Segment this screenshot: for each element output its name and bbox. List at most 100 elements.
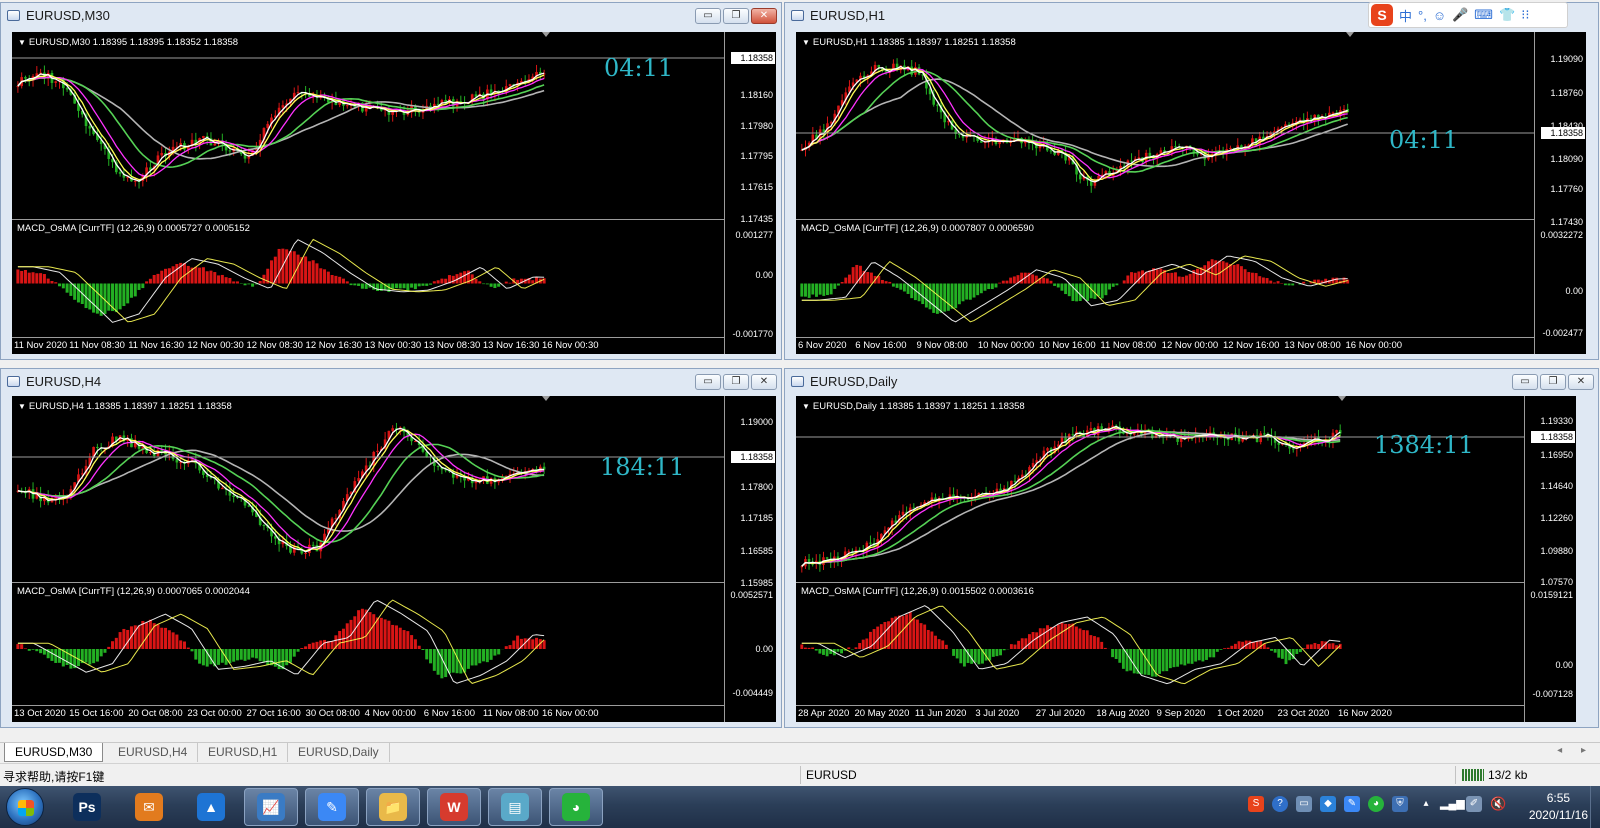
macd-histogram-bar (288, 649, 292, 663)
moving-average-line (17, 76, 545, 160)
macd-histogram-bar (315, 641, 319, 649)
macd-histogram-bar (228, 277, 232, 284)
minimize-button[interactable]: ▭ (695, 374, 721, 390)
ime-toolbar[interactable]: S 中 °, ☺ 🎤 ⌨ 👕 ⁝⁝ (1368, 2, 1568, 28)
taskbar-photoshop-button[interactable]: Ps (60, 788, 114, 826)
chart-menu-triangle-icon[interactable]: ▼ (18, 38, 26, 47)
minimize-button[interactable]: ▭ (1512, 374, 1538, 390)
chart-window-h1[interactable]: EURUSD,H1 1.19090 1.18760 1.18430 1.18090 1.… (784, 2, 1599, 360)
taskbar-feishu-button[interactable]: ✎ (305, 788, 359, 826)
time-axis-label: 3 Jul 2020 (975, 708, 1020, 719)
macd-histogram-bar (194, 649, 198, 660)
chart-area[interactable]: 1.19330 1.16950 1.14640 1.12260 1.09880 1.075… (796, 396, 1576, 722)
candle (50, 70, 54, 90)
clock[interactable]: 6:55 2020/11/16 (1529, 790, 1588, 824)
network-drive-tray-icon[interactable]: ◆ (1320, 796, 1336, 812)
ohlc-info: ▼ EURUSD,H1 1.18385 1.18397 1.18251 1.183… (802, 37, 1016, 48)
window-titlebar[interactable]: EURUSD,H4 (1, 369, 781, 393)
macd-histogram-bar (95, 649, 99, 662)
ime-punctuation-toggle[interactable]: °, (1418, 8, 1427, 23)
macd-histogram-bar (1199, 267, 1203, 284)
macd-histogram-bar (1250, 272, 1254, 284)
taskbar-wechat-button[interactable]: ◕ (549, 788, 603, 826)
chart-shift-marker[interactable] (542, 396, 550, 401)
chart-area[interactable]: 1.19000 1.17800 1.17185 1.16585 1.15985 0.005… (12, 396, 776, 722)
price-axis[interactable]: 1.19000 1.17800 1.17185 1.16585 1.15985 0.005… (724, 396, 776, 722)
chart-shift-marker[interactable] (1345, 32, 1354, 37)
security-tray-icon[interactable]: ⛨ (1392, 796, 1408, 812)
close-button[interactable]: ✕ (1568, 374, 1594, 390)
tab-eurusd-m30[interactable]: EURUSD,M30 (4, 743, 104, 762)
macd-histogram-bar (811, 647, 815, 649)
macd-histogram-bar (800, 644, 804, 649)
taskbar-lanhu-button[interactable]: ▲ (184, 788, 238, 826)
wechat-tray-icon[interactable]: ◕ (1368, 796, 1384, 812)
tab-eurusd-h1[interactable]: EURUSD,H1 (198, 743, 289, 762)
chart-shift-marker[interactable] (1338, 396, 1346, 401)
taskbar-foxmail-button[interactable]: ✉ (122, 788, 176, 826)
price-tick-label: 1.17795 (740, 151, 773, 161)
chart-window-m30[interactable]: EURUSD,M30 ▭ ❐ ✕ 1.18160 1.17980 1.17795 1.… (0, 2, 782, 360)
skin-icon[interactable]: 👕 (1499, 7, 1515, 23)
sogou-tray-icon[interactable]: S (1248, 796, 1264, 812)
bar-countdown-timer: 1384:11 (1374, 431, 1474, 459)
window-titlebar[interactable]: EURUSD,M30 (1, 3, 781, 27)
maximize-button[interactable]: ❐ (1540, 374, 1566, 390)
ime-mode-toggle[interactable]: 中 (1399, 6, 1412, 25)
macd-histogram-bar (998, 282, 1002, 284)
macd-histogram-bar (277, 248, 281, 284)
minimize-button[interactable]: ▭ (695, 8, 721, 24)
tab-scroll-arrows[interactable]: ◂ ▸ (1557, 745, 1594, 756)
sogou-logo-icon[interactable]: S (1371, 4, 1393, 26)
printer-tray-icon[interactable]: ▭ (1296, 796, 1312, 812)
taskbar-explorer-button[interactable]: 📁 (366, 788, 420, 826)
chart-window-daily[interactable]: EURUSD,Daily ▭ ❐ ✕ 1.19330 1.16950 1.14640… (784, 368, 1599, 728)
pane-separator[interactable] (796, 582, 1524, 583)
taskbar-metatrader-button[interactable]: 📈 (244, 788, 298, 826)
signal-tray-icon[interactable]: ▂▄▆ (1440, 796, 1465, 812)
macd-histogram-bar (1252, 641, 1255, 649)
chart-area[interactable]: 1.19090 1.18760 1.18430 1.18090 1.17760 1.174… (796, 32, 1586, 354)
start-button[interactable] (6, 788, 44, 826)
macd-histogram-bar (61, 283, 65, 289)
taskbar-notes-button[interactable]: ▤ (488, 788, 542, 826)
window-titlebar[interactable]: EURUSD,Daily (785, 369, 1598, 393)
price-axis[interactable]: 1.19330 1.16950 1.14640 1.12260 1.09880 1.075… (1524, 396, 1576, 722)
chart-area[interactable]: 1.18160 1.17980 1.17795 1.17615 1.17435 0.001… (12, 32, 776, 354)
chart-shift-marker[interactable] (542, 32, 550, 37)
pane-separator[interactable] (12, 219, 724, 220)
close-button[interactable]: ✕ (751, 374, 777, 390)
price-axis[interactable]: 1.19090 1.18760 1.18430 1.18090 1.17760 1.174… (1534, 32, 1586, 354)
macd-histogram-bar (1201, 649, 1205, 662)
tab-eurusd-h4[interactable]: EURUSD,H4 (108, 743, 199, 762)
microphone-icon[interactable]: 🎤 (1452, 7, 1468, 23)
taskbar-wps-button[interactable]: W (427, 788, 481, 826)
price-axis[interactable]: 1.18160 1.17980 1.17795 1.17615 1.17435 0.001… (724, 32, 776, 354)
candle (145, 162, 148, 182)
pane-separator[interactable] (12, 582, 724, 583)
show-hidden-icons-icon[interactable]: ▴ (1418, 796, 1434, 812)
pane-separator[interactable] (796, 219, 1534, 220)
close-button[interactable]: ✕ (751, 8, 777, 24)
emoji-icon[interactable]: ☺ (1433, 8, 1446, 23)
macd-histogram-bar (129, 283, 133, 298)
macd-histogram-bar (497, 283, 501, 287)
show-desktop-button[interactable] (1590, 786, 1600, 828)
toolbox-icon[interactable]: ⁝⁝ (1521, 7, 1529, 23)
chart-window-h4[interactable]: EURUSD,H4 ▭ ❐ ✕ 1.19000 1.17800 1.17185 1.1… (0, 368, 782, 728)
connection-status[interactable]: 13/2 kb (1462, 768, 1527, 782)
keyboard-icon[interactable]: ⌨ (1474, 7, 1493, 23)
maximize-button[interactable]: ❐ (723, 374, 749, 390)
volume-muted-icon[interactable]: 🔇 (1490, 796, 1506, 812)
chart-menu-triangle-icon[interactable]: ▼ (802, 402, 810, 411)
chart-menu-triangle-icon[interactable]: ▼ (802, 38, 810, 47)
macd-histogram-bar (114, 283, 118, 313)
help-tray-icon[interactable]: ? (1272, 796, 1288, 812)
pen-tray-icon[interactable]: ✐ (1466, 796, 1482, 812)
tab-eurusd-daily[interactable]: EURUSD,Daily (288, 743, 390, 762)
macd-histogram-bar (807, 283, 811, 298)
macd-histogram-bar (466, 649, 470, 669)
chart-menu-triangle-icon[interactable]: ▼ (18, 402, 26, 411)
feishu-tray-icon[interactable]: ✎ (1344, 796, 1360, 812)
maximize-button[interactable]: ❐ (723, 8, 749, 24)
